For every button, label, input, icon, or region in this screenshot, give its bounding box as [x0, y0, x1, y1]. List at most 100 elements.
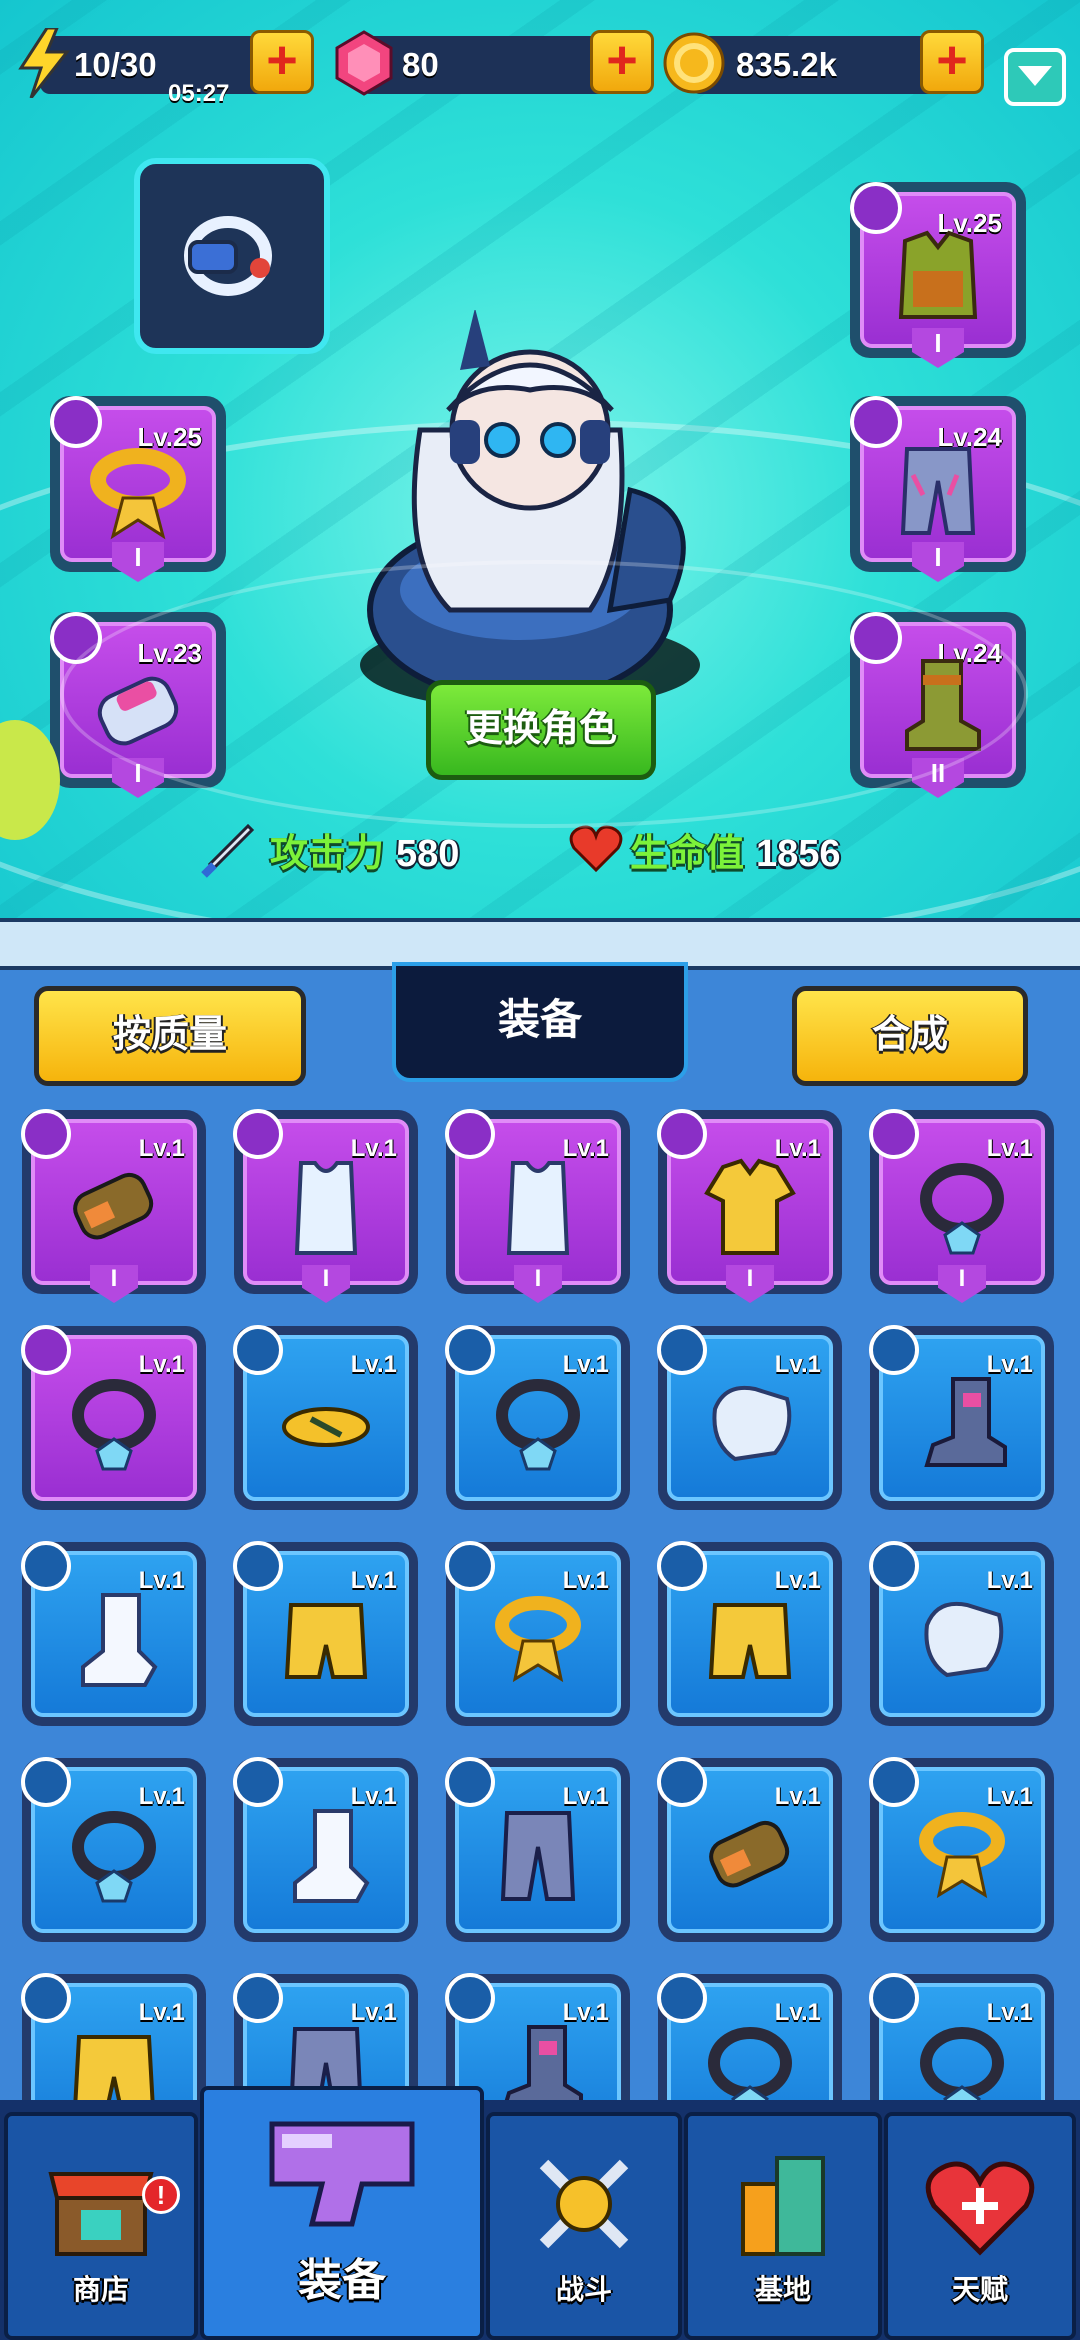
inventory-item-scarf[interactable]: Lv.1 [869, 1757, 1054, 1942]
tier-tag: I [302, 1265, 350, 1303]
inventory-item-pants[interactable]: Lv.1 [445, 1757, 630, 1942]
inventory-item-shirt[interactable]: Lv.1 I [657, 1109, 842, 1303]
boots-type-icon [445, 1973, 495, 2023]
equipped-armor-slot[interactable]: Lv.25 I [850, 182, 1026, 368]
inventory-item-sandals[interactable]: Lv.1 [233, 1325, 418, 1510]
equipped-boots-slot[interactable]: Lv.24 II [850, 612, 1026, 798]
hero-stats: 攻击力 580 生命值 1856 [200, 822, 900, 878]
scarf-icon [495, 1596, 581, 1683]
sock-type-icon [233, 1757, 283, 1807]
inventory-item-glove[interactable]: Lv.1 [657, 1325, 842, 1510]
nav-label: 天赋 [951, 2274, 1008, 2305]
gem-icon [332, 28, 396, 98]
gauntlet-icon [97, 676, 179, 746]
inventory-item-tank-top[interactable]: Lv.1 I [445, 1109, 630, 1303]
attack-value: 580 [396, 833, 460, 875]
character-shadow [360, 620, 700, 710]
inventory-item-necklace[interactable]: Lv.1 [21, 1757, 206, 1942]
glove-icon [924, 1602, 1004, 1678]
add-energy-button[interactable]: + [250, 30, 314, 94]
boots-icon [905, 658, 981, 751]
inventory-item-tank-top[interactable]: Lv.1 I [233, 1109, 418, 1303]
necklace-icon [920, 1163, 1004, 1255]
scarf-type-icon [869, 1757, 919, 1807]
coin-icon [662, 28, 726, 98]
tank-top-type-icon [233, 1109, 283, 1159]
hero-character[interactable] [330, 310, 740, 730]
vest-icon [898, 230, 978, 319]
shield-button[interactable] [1004, 48, 1066, 106]
inventory-item-shorts[interactable]: Lv.1 [657, 1541, 842, 1726]
sort-by-quality-button[interactable]: 按质量 [34, 986, 306, 1086]
inventory-item-sock[interactable]: Lv.1 [21, 1541, 206, 1726]
inventory-item-necklace[interactable]: Lv.1 [445, 1325, 630, 1510]
scarf-icon [919, 1812, 1005, 1899]
glove-type-icon [657, 1325, 707, 1375]
equipped-pants-slot[interactable]: Lv.24 I [850, 396, 1026, 582]
base-icon [741, 2156, 825, 2256]
add-gems-button[interactable]: + [590, 30, 654, 94]
coin-counter: 835.2k + [663, 30, 984, 94]
resource-bar: 10/30 + 05:27 80 + 835.2k + [0, 18, 1080, 108]
tank-top-icon [294, 1161, 358, 1256]
gem-counter: 80 + [335, 30, 654, 96]
necklace-icon [72, 1811, 156, 1903]
equipped-necklace-slot[interactable]: Lv.25 I [50, 396, 226, 582]
nav-battle[interactable]: 战斗 [486, 2112, 682, 2340]
inventory-item-necklace[interactable]: Lv.1 [21, 1325, 206, 1510]
bottom-nav: ! 商店 装备 战斗 基地 天赋 [0, 2086, 1080, 2340]
glove-type-icon [869, 1541, 919, 1591]
necklace-type-icon [657, 1973, 707, 2023]
shop-icon [48, 2172, 154, 2256]
merge-button[interactable]: 合成 [792, 986, 1028, 1086]
hp-label: 生命值 [630, 833, 745, 875]
inventory-item-glove[interactable]: Lv.1 [869, 1541, 1054, 1726]
energy-timer: 05:27 [168, 80, 230, 107]
gauntlet-icon [709, 1821, 790, 1888]
gauntlet-type-icon [21, 1109, 71, 1159]
sock-type-icon [21, 1541, 71, 1591]
inventory-item-scarf[interactable]: Lv.1 [445, 1541, 630, 1726]
level-label: Lv.24 [937, 638, 1002, 668]
hp-value: 1856 [756, 833, 841, 875]
gauntlet-icon [73, 1173, 154, 1240]
shorts-icon [284, 1603, 368, 1680]
change-character-button[interactable]: 更换角色 [426, 680, 656, 780]
necklace-icon [496, 1379, 580, 1471]
shorts-type-icon [657, 1541, 707, 1591]
inventory-item-shorts[interactable]: Lv.1 [233, 1541, 418, 1726]
gem-value: 80 [402, 46, 439, 83]
talent-heart-icon [925, 2161, 1035, 2256]
scarf-icon [90, 447, 186, 540]
nav-equipment[interactable]: 装备 [200, 2086, 484, 2340]
equipped-gloves-slot[interactable]: Lv.23 I [50, 612, 226, 798]
necklace-type-icon [869, 1109, 919, 1159]
inventory-item-sock[interactable]: Lv.1 [233, 1757, 418, 1942]
inventory-item-gauntlet[interactable]: Lv.1 I [21, 1109, 206, 1303]
shorts-icon [708, 1603, 792, 1680]
panel-title: 装备 [392, 962, 688, 1082]
sandals-type-icon [233, 1325, 283, 1375]
shirt-type-icon [657, 1109, 707, 1159]
shield-icon [1018, 66, 1052, 86]
shorts-type-icon [21, 1973, 71, 2023]
energy-value: 10/30 [74, 46, 157, 83]
tier-tag: I [938, 1265, 986, 1303]
nav-label: 装备 [298, 2256, 386, 2305]
nav-talent[interactable]: 天赋 [884, 2112, 1076, 2340]
nav-base[interactable]: 基地 [684, 2112, 882, 2340]
tier-tag: I [90, 1265, 138, 1303]
inventory-item-necklace[interactable]: Lv.1 I [869, 1109, 1054, 1303]
inventory-item-boots[interactable]: Lv.1 [869, 1325, 1054, 1510]
inventory-item-gauntlet[interactable]: Lv.1 [657, 1757, 842, 1942]
sock-icon [81, 1593, 158, 1688]
pants-type-icon [445, 1757, 495, 1807]
horn-icon [184, 216, 272, 296]
tank-top-type-icon [445, 1109, 495, 1159]
add-coins-button[interactable]: + [920, 30, 984, 94]
glove-icon [712, 1386, 792, 1462]
pants-type-icon [233, 1973, 283, 2023]
nav-shop[interactable]: ! 商店 [4, 2112, 198, 2340]
special-item-slot[interactable] [134, 158, 330, 354]
nav-label: 基地 [754, 2274, 811, 2305]
